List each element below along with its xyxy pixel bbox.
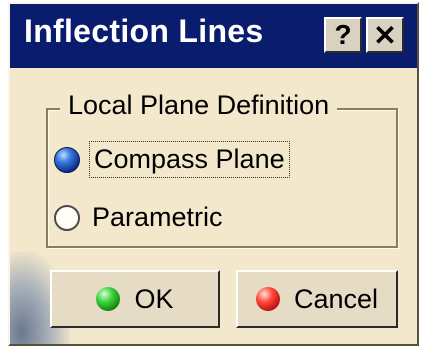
dialog-title: Inflection Lines [24, 13, 264, 49]
green-led-icon [96, 287, 121, 311]
radio-compass-plane[interactable]: Compass Plane [54, 141, 290, 178]
group-legend: Local Plane Definition [60, 90, 338, 121]
inflection-lines-dialog: Inflection Lines ? ✕ Local Plane Definit… [8, 2, 419, 346]
cancel-button[interactable]: Cancel [236, 270, 398, 328]
red-led-icon [255, 287, 280, 311]
ok-button-label: OK [134, 283, 174, 314]
radio-parametric[interactable]: Parametric [54, 202, 223, 233]
radio-label-compass-plane: Compass Plane [89, 141, 290, 178]
radio-unselected-icon[interactable] [54, 204, 80, 231]
close-icon: ✕ [373, 19, 397, 51]
ok-button[interactable]: OK [50, 270, 220, 328]
help-icon: ? [334, 19, 352, 50]
title-bar[interactable]: Inflection Lines ? ✕ [10, 4, 417, 68]
radio-selected-icon[interactable] [54, 146, 80, 173]
close-button[interactable]: ✕ [366, 17, 404, 53]
cancel-button-label: Cancel [293, 283, 379, 314]
radio-label-parametric: Parametric [92, 202, 223, 232]
help-button[interactable]: ? [324, 17, 362, 53]
